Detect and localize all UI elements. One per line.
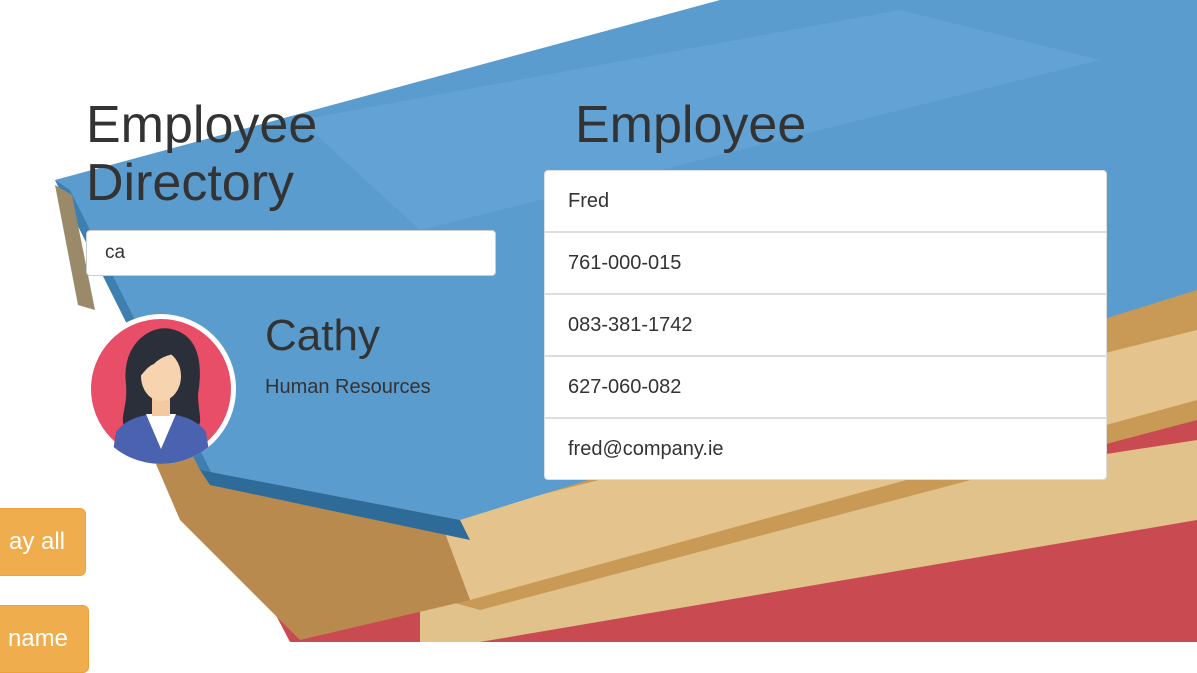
- employee-detail-list: Fred 761-000-015 083-381-1742 627-060-08…: [544, 170, 1107, 480]
- display-all-button[interactable]: ay all: [0, 508, 86, 576]
- result-name: Cathy: [265, 311, 380, 360]
- woman-avatar-icon: [86, 314, 236, 464]
- result-department: Human Resources: [265, 376, 431, 398]
- detail-email: fred@company.ie: [568, 438, 724, 460]
- search-by-name-button[interactable]: name: [0, 605, 89, 673]
- detail-name: Fred: [545, 171, 1106, 233]
- directory-title: Employee Directory: [86, 96, 318, 212]
- search-result-card[interactable]: Cathy Human Resources: [86, 311, 506, 474]
- search-input[interactable]: [86, 230, 496, 276]
- detail-phone-1: 761-000-015: [545, 233, 1106, 295]
- detail-phone-3: 627-060-082: [545, 357, 1106, 419]
- employee-detail-title: Employee: [575, 96, 807, 154]
- detail-phone-2: 083-381-1742: [545, 295, 1106, 357]
